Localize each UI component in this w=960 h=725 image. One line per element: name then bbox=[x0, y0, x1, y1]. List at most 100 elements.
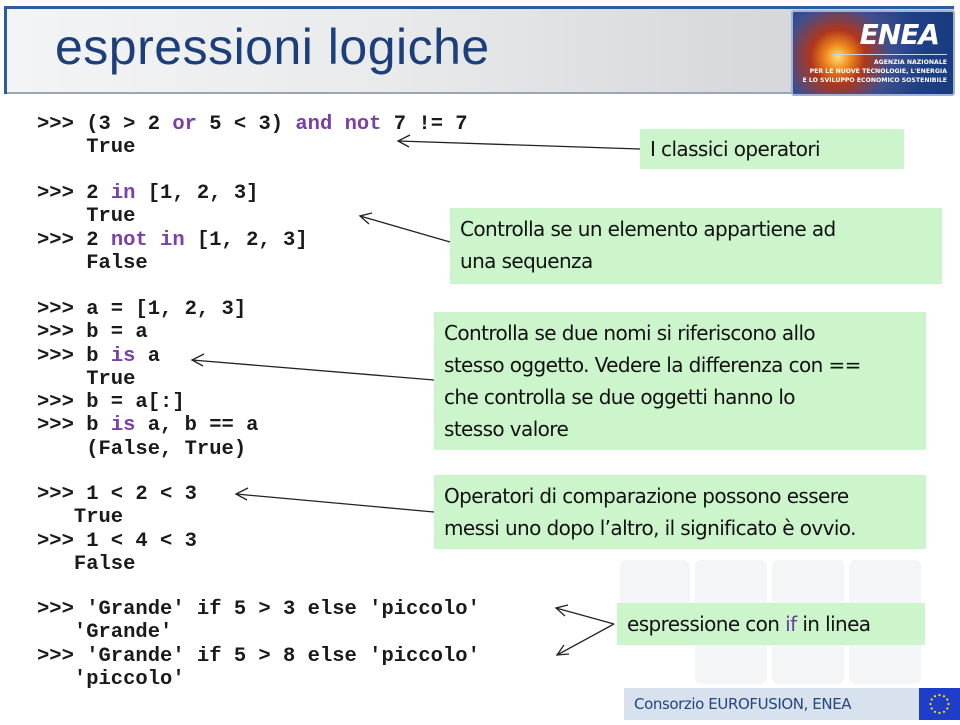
note-line: stesso oggetto. Vedere la differenza con… bbox=[444, 353, 861, 377]
code-line: True bbox=[37, 506, 197, 529]
code-text: True bbox=[37, 367, 136, 391]
code-text: a bbox=[135, 344, 161, 368]
code-line: (False, True) bbox=[37, 438, 258, 461]
code-keyword: and bbox=[295, 113, 333, 136]
eu-star-icon bbox=[930, 698, 933, 701]
code-line: False bbox=[37, 252, 308, 275]
code-text: >>> 2 bbox=[37, 228, 111, 252]
code-line: 'piccolo' bbox=[37, 668, 480, 691]
code-keyword: in bbox=[160, 228, 185, 252]
code-line: >>> 1 < 2 < 3 bbox=[37, 483, 197, 506]
code-line: True bbox=[37, 136, 468, 159]
code-text: 7 != 7 bbox=[381, 113, 468, 136]
code-text: [1, 2, 3] bbox=[135, 182, 259, 205]
code-text: >>> (3 > 2 bbox=[37, 113, 173, 136]
code-keyword: in bbox=[110, 182, 136, 205]
code-text: a, b == a bbox=[135, 414, 259, 438]
code-text: >>> 2 bbox=[37, 182, 111, 205]
note-line: messi uno dopo l’altro, il significato è… bbox=[444, 516, 856, 540]
note-text: espressione con bbox=[627, 612, 786, 636]
logo-subtitle: AGENZIA NAZIONALE PER LE NUOVE TECNOLOGI… bbox=[803, 58, 947, 85]
code-line: >>> b is a, b == a bbox=[37, 414, 258, 437]
code-block-membership: >>> 2 in [1, 2, 3] True >>> 2 not in [1, … bbox=[37, 182, 308, 275]
arrow-inline-if-bottom bbox=[555, 623, 615, 656]
enea-logo: ENEA AGENZIA NAZIONALE PER LE NUOVE TECN… bbox=[791, 10, 955, 96]
code-line: >>> b = a[:] bbox=[37, 391, 258, 414]
code-line: True bbox=[37, 368, 258, 391]
code-line: >>> b = a bbox=[37, 321, 258, 344]
note-line: che controlla se due oggetti hanno lo bbox=[444, 385, 796, 409]
eu-flag-icon bbox=[919, 688, 960, 720]
code-line: >>> 1 < 4 < 3 bbox=[37, 530, 197, 553]
note-line: una sequenza bbox=[460, 249, 593, 273]
eu-star-icon bbox=[933, 695, 937, 698]
eu-star-icon bbox=[933, 710, 937, 713]
eu-star-icon bbox=[946, 707, 949, 710]
code-line: True bbox=[37, 205, 308, 228]
code-text: True bbox=[37, 506, 124, 530]
code-text: False bbox=[37, 552, 136, 576]
note-identity: Controlla se due nomi si riferiscono all… bbox=[434, 312, 926, 450]
code-text: >>> b bbox=[37, 344, 111, 368]
code-text: False bbox=[37, 251, 148, 275]
code-block-logic: >>> (3 > 2 or 5 < 3) and not 7 != 7 True bbox=[37, 113, 468, 160]
eu-star-icon bbox=[938, 711, 941, 715]
eu-star-icon bbox=[929, 702, 932, 706]
code-block-inline-if: >>> 'Grande' if 5 > 3 else 'piccolo' 'Gr… bbox=[37, 598, 480, 691]
note-line: Controlla se due nomi si riferiscono all… bbox=[444, 321, 816, 345]
code-line: >>> 2 not in [1, 2, 3] bbox=[37, 229, 308, 252]
code-text: (False, True) bbox=[37, 437, 247, 461]
note-text: in linea bbox=[796, 612, 871, 636]
code-text: True bbox=[37, 205, 136, 229]
code-text: 'piccolo' bbox=[37, 667, 185, 691]
logo-divider bbox=[833, 54, 947, 55]
code-text: >>> a = [1, 2, 3] bbox=[37, 298, 247, 321]
code-text: 'Grande' bbox=[37, 621, 173, 645]
arrow-comparison bbox=[234, 487, 435, 513]
arrow-membership bbox=[358, 212, 451, 243]
eu-star-icon bbox=[946, 698, 949, 701]
code-keyword: not bbox=[344, 113, 382, 136]
logo-subtitle-line: PER LE NUOVE TECNOLOGIE, L'ENERGIA bbox=[809, 68, 947, 75]
note-inline-if: espressione con if in linea bbox=[617, 603, 925, 645]
slide-title: espressioni logiche bbox=[55, 19, 490, 75]
note-membership: Controlla se un elemento appartiene ad u… bbox=[450, 208, 942, 284]
code-line: >>> a = [1, 2, 3] bbox=[37, 298, 258, 321]
footer-label: Consorzio EUROFUSION, ENEA bbox=[624, 688, 919, 720]
logo-subtitle-line: E LO SVILUPPO ECONOMICO SOSTENIBILE bbox=[802, 77, 947, 84]
eu-star-icon bbox=[938, 693, 941, 697]
note-classic-operators: I classici operatori bbox=[640, 129, 904, 169]
eu-star-icon bbox=[930, 707, 933, 710]
code-text: >>> b = a[:] bbox=[37, 391, 185, 415]
code-keyword: not bbox=[110, 228, 148, 252]
arrow-inline-if-top bbox=[554, 604, 615, 625]
code-line: >>> 2 in [1, 2, 3] bbox=[37, 182, 308, 205]
code-block-identity: >>> a = [1, 2, 3] >>> b = a >>> b is a Tru… bbox=[37, 298, 258, 461]
code-text: >>> 'Grande' if 5 > 3 else 'piccolo' bbox=[37, 598, 480, 621]
note-line: Controlla se un elemento appartiene ad bbox=[460, 217, 836, 241]
eu-star-icon bbox=[947, 702, 950, 706]
eu-star-icon bbox=[942, 695, 946, 698]
code-line: >>> 'Grande' if 5 > 8 else 'piccolo' bbox=[37, 645, 480, 668]
code-text: >>> 'Grande' if 5 > 8 else 'piccolo' bbox=[37, 644, 480, 668]
code-block-comparison: >>> 1 < 2 < 3 True >>> 1 < 4 < 3 False bbox=[37, 483, 197, 576]
code-text: >>> b = a bbox=[37, 321, 148, 345]
code-text: >>> 1 < 4 < 3 bbox=[37, 529, 197, 553]
code-line: 'Grande' bbox=[37, 621, 480, 644]
code-text: [1, 2, 3] bbox=[184, 228, 308, 252]
code-line: >>> 'Grande' if 5 > 3 else 'piccolo' bbox=[37, 598, 480, 621]
code-text: >>> b bbox=[37, 414, 111, 438]
logo-subtitle-line: AGENZIA NAZIONALE bbox=[873, 59, 947, 66]
note-keyword: if bbox=[785, 612, 797, 636]
eu-star-icon bbox=[942, 710, 946, 713]
code-keyword: or bbox=[172, 113, 197, 136]
code-text: 5 < 3) bbox=[196, 113, 296, 136]
code-keyword: is bbox=[110, 344, 136, 368]
code-text: True bbox=[37, 136, 136, 160]
code-line: False bbox=[37, 553, 197, 576]
code-line: >>> b is a bbox=[37, 345, 258, 368]
note-line: stesso valore bbox=[444, 417, 569, 441]
eu-stars-icon bbox=[929, 693, 950, 715]
